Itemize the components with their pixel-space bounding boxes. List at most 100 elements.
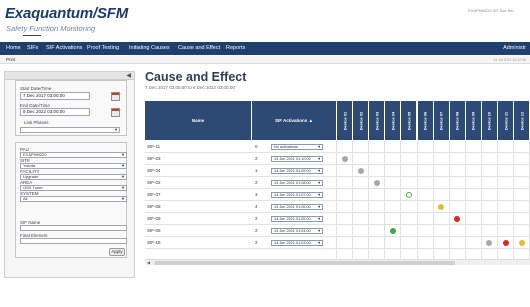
activation-count-cell: 0 (255, 144, 258, 149)
calendar-icon[interactable] (111, 92, 120, 101)
sif-name-cell[interactable]: SIF-08 (147, 201, 161, 213)
start-date-input[interactable]: 7 Dec 2017 03:00:00 (20, 92, 90, 100)
name-header-label: Name (191, 118, 205, 123)
nav-sifs[interactable]: SIFs (27, 42, 38, 55)
status-dot[interactable] (357, 168, 364, 174)
activation-select[interactable]: 13 Jun 2021 01:08:00 ▼ (271, 180, 323, 186)
facility-select[interactable]: Upgrade ▼ (20, 174, 127, 180)
device-column-header[interactable]: Device 12 (514, 101, 530, 140)
device-column-header[interactable]: Device 07 (433, 101, 449, 140)
scroll-left-icon[interactable]: ◀ (147, 260, 150, 266)
cause-effect-matrix: Name SIF Activations ▲ Device 01 Device 0… (145, 101, 530, 269)
table-row[interactable]: SIF-07 3 13 Jun 2021 01:07:00 ▼ (145, 189, 530, 201)
app-window: Exaquantum/SFM Safety Function Monitorin… (0, 0, 530, 307)
activation-select-value: 13 Jun 2021 01:08:00 (274, 181, 311, 185)
grid-line (400, 140, 402, 260)
activations-header-label: SIF Activations ▲ (252, 101, 336, 140)
table-row[interactable]: SIF-11 0 No activations ▼ (145, 141, 530, 153)
user-menu[interactable]: Administr (503, 42, 526, 55)
nav-cause-and-effect[interactable]: Cause and Effect (178, 42, 220, 55)
sif-name-cell[interactable]: SIF-09 (147, 213, 161, 225)
activations-column-header[interactable]: SIF Activations ▲ (252, 101, 336, 140)
sif-name-cell[interactable]: SIF-02 (147, 177, 161, 189)
sif-name-cell[interactable]: SIF-11 (147, 141, 160, 153)
device-column-header[interactable]: Device 11 (498, 101, 514, 140)
date-range-text: 7 Dec 2017 03:00:00 to 8 Dec 2022 03:00:… (145, 85, 235, 90)
status-dot[interactable] (518, 240, 525, 246)
activation-select[interactable]: 13 Jun 2021 01:09:00 ▼ (271, 168, 323, 174)
link-phases-select[interactable]: ▼ (20, 127, 120, 133)
device-column-header[interactable]: Device 09 (465, 101, 481, 140)
chevron-down-icon: ▼ (317, 229, 321, 233)
device-column-header[interactable]: Device 08 (449, 101, 465, 140)
status-dot[interactable] (405, 192, 412, 198)
activation-select[interactable]: 13 Jun 2021 01:05:00 ▼ (271, 216, 323, 222)
apply-button[interactable]: Apply (109, 248, 125, 256)
device-column-header[interactable]: Device 02 (353, 101, 369, 140)
nav-sif-activations[interactable]: SIF Activations (46, 42, 82, 55)
chevron-left-icon[interactable]: ◀ (126, 72, 131, 80)
system-select[interactable]: All ▼ (20, 196, 127, 202)
sif-name-cell[interactable]: SIF-03 (147, 153, 161, 165)
sif-name-cell[interactable]: SIF-07 (147, 189, 161, 201)
grid-line (336, 140, 337, 260)
activation-select[interactable]: 13 Jun 2021 01:06:00 ▼ (271, 204, 323, 210)
scrollbar-thumb[interactable] (155, 261, 455, 265)
grid-line (513, 140, 515, 260)
calendar-icon[interactable] (111, 108, 120, 117)
chevron-down-icon: ▼ (317, 217, 321, 221)
table-row[interactable]: SIF-09 2 13 Jun 2021 01:05:00 ▼ (145, 213, 530, 225)
nav-proof-testing[interactable]: Proof Testing (87, 42, 119, 55)
device-header-label: Device 02 (358, 111, 364, 130)
name-column-header[interactable]: Name (145, 101, 251, 140)
grid-line (368, 140, 370, 260)
nav-home[interactable]: Home (6, 42, 21, 55)
table-row[interactable]: SIF-05 2 13 Jun 2021 01:04:00 ▼ (145, 225, 530, 237)
nav-initiating-causes[interactable]: Initiating Causes (129, 42, 170, 55)
end-date-input[interactable]: 8 Dec 2022 03:00:00 (20, 108, 90, 116)
status-dot[interactable] (373, 180, 380, 186)
chevron-down-icon: ▼ (114, 127, 118, 132)
timestamp-text: 13 Jul 2021 10:12:08 (493, 58, 526, 62)
pau-select-value: EXAPHM220 (23, 152, 47, 157)
sif-name-input[interactable] (20, 225, 127, 231)
status-dot[interactable] (389, 228, 396, 234)
device-column-header[interactable]: Device 03 (369, 101, 385, 140)
device-column-header[interactable]: Device 04 (385, 101, 401, 140)
activation-select-value: 13 Jun 2021 01:05:00 (274, 217, 311, 221)
activation-select[interactable]: 13 Jun 2021 01:07:00 ▼ (271, 192, 323, 198)
table-row[interactable]: SIF-04 1 13 Jun 2021 01:09:00 ▼ (145, 165, 530, 177)
sif-name-cell[interactable]: SIF-04 (147, 165, 161, 177)
table-row[interactable]: SIF-03 2 13 Jun 2021 01:10:00 ▼ (145, 153, 530, 165)
activation-select[interactable]: 13 Jun 2021 01:10:00 ▼ (271, 156, 323, 162)
area-select-value: OSS Tuner (23, 185, 43, 190)
table-row[interactable]: SIF-08 4 13 Jun 2021 01:06:00 ▼ (145, 201, 530, 213)
pau-select[interactable]: EXAPHM220 ▼ (20, 152, 127, 158)
status-dot[interactable] (502, 240, 509, 246)
device-column-header[interactable]: Device 06 (417, 101, 433, 140)
activation-select[interactable]: 13 Jun 2021 01:03:00 ▼ (271, 240, 323, 246)
table-row[interactable]: SIF-02 2 13 Jun 2021 01:08:00 ▼ (145, 177, 530, 189)
device-column-header[interactable]: Device 05 (401, 101, 417, 140)
activation-select[interactable]: No activations ▼ (271, 144, 323, 150)
table-row[interactable]: SIF-15 2 13 Jun 2021 01:03:00 ▼ (145, 237, 530, 249)
site-select-value: Yokota (23, 163, 36, 168)
device-column-header[interactable]: Device 10 (481, 101, 497, 140)
horizontal-scrollbar[interactable]: ◀ (145, 259, 530, 265)
sif-name-cell[interactable]: SIF-05 (147, 225, 161, 237)
nav-reports[interactable]: Reports (226, 42, 245, 55)
chevron-down-icon: ▼ (121, 185, 125, 190)
sif-name-cell[interactable]: SIF-15 (147, 237, 161, 249)
final-element-input[interactable] (20, 238, 127, 244)
activation-select[interactable]: 13 Jun 2021 01:04:00 ▼ (271, 228, 323, 234)
device-column-header[interactable]: Device 01 (337, 101, 353, 140)
status-dot[interactable] (341, 156, 348, 162)
device-header-label: Device 11 (503, 111, 509, 130)
activation-count-cell: 2 (255, 216, 258, 221)
annotation-line (23, 35, 41, 36)
print-link[interactable]: Print (6, 56, 15, 64)
grid-line (464, 140, 466, 260)
device-header-label: Device 12 (519, 111, 525, 130)
grid-line (384, 140, 386, 260)
activation-select-value: 13 Jun 2021 01:06:00 (274, 205, 311, 209)
